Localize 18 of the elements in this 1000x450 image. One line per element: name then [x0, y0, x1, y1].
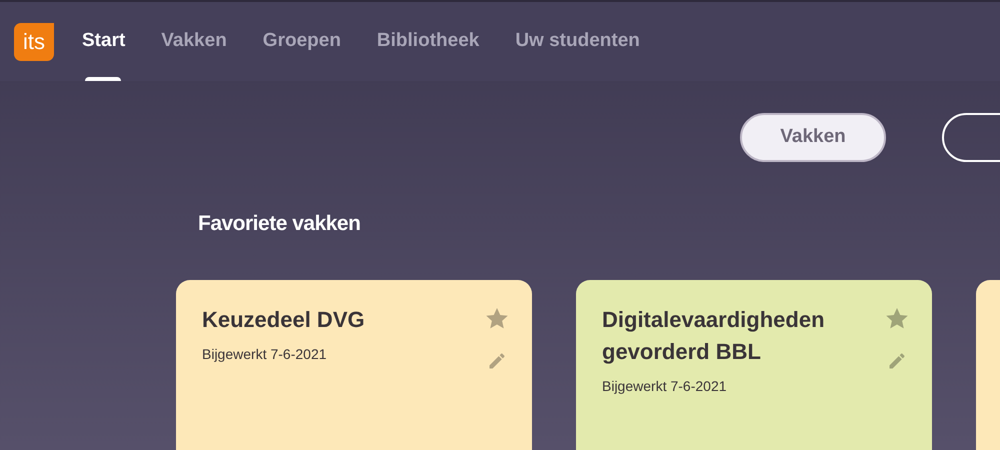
course-title: Digitalevaardigheden gevorderd BBL: [602, 306, 826, 366]
nav-tab[interactable]: Start: [64, 2, 144, 81]
pencil-icon[interactable]: [887, 350, 907, 370]
updated-date: Bijgewerkt 7-6-2021: [602, 376, 728, 396]
view-toggle-button[interactable]: Vakken: [740, 113, 886, 162]
pencil-icon[interactable]: [487, 350, 507, 370]
nav-tab[interactable]: Uw studenten: [497, 2, 658, 81]
nav-tab[interactable]: Vakken: [143, 2, 245, 81]
updated-date: Bijgewerkt 7-6-2021: [202, 344, 328, 364]
course-title: Keuzedeel DVG: [202, 306, 366, 334]
section-title: Favoriete vakken: [198, 211, 362, 237]
nav-tab[interactable]: Groepen: [244, 2, 359, 81]
app-logo[interactable]: its: [14, 22, 54, 60]
star-icon[interactable]: [886, 308, 908, 328]
course-card[interactable]: Digitalevaardigheden gevorderd BBL Bijgewerkt 7-6-2021: [576, 280, 932, 450]
star-icon[interactable]: [486, 308, 508, 328]
nav-tab[interactable]: Bibliotheek: [358, 2, 498, 81]
course-card[interactable]: Keuzedeel DVG Bijgewerkt 7-6-2021: [176, 280, 532, 450]
